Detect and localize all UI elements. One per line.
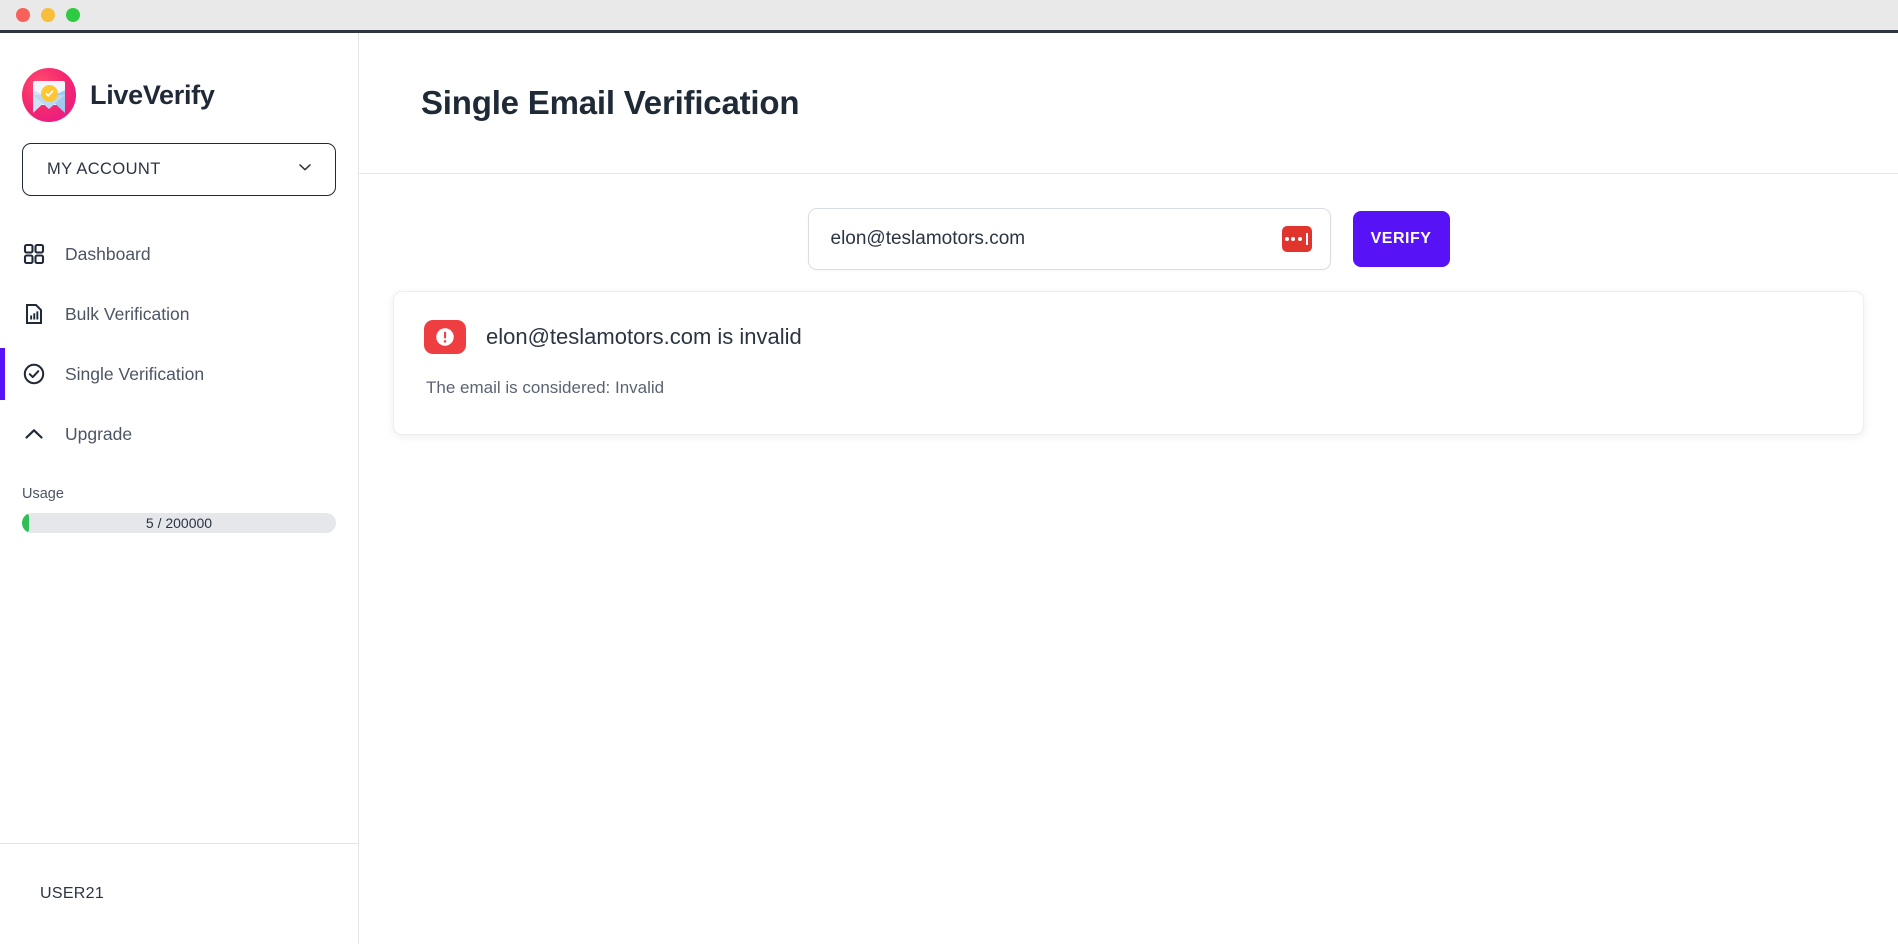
sidebar-item-label: Single Verification — [65, 363, 205, 384]
sidebar-nav: Dashboard Bulk Verification Single Verif… — [0, 224, 358, 464]
account-select[interactable]: MY ACCOUNT — [22, 143, 336, 196]
main-content: Single Email Verification VERIFY — [359, 33, 1898, 944]
result-detail: The email is considered: Invalid — [426, 378, 665, 397]
brand-name: LiveVerify — [90, 79, 215, 110]
email-input[interactable] — [830, 228, 1282, 250]
usage-progress-bar: 5 / 200000 — [22, 513, 336, 533]
exclamation-circle-icon — [424, 320, 466, 354]
sidebar-item-bulk-verification[interactable]: Bulk Verification — [0, 284, 358, 344]
chevron-down-icon — [295, 157, 315, 182]
password-manager-icon[interactable] — [1281, 226, 1312, 252]
sidebar-item-dashboard[interactable]: Dashboard — [0, 224, 358, 284]
chevron-up-icon — [22, 422, 46, 446]
envelope-check-logo-icon — [22, 68, 76, 122]
sidebar-item-label: Upgrade — [65, 423, 133, 444]
sidebar-item-single-verification[interactable]: Single Verification — [0, 344, 358, 404]
account-select-label: MY ACCOUNT — [47, 160, 161, 178]
result-headline-row: elon@teslamotors.com is invalid — [424, 320, 1833, 354]
usage-progress-fill — [22, 513, 29, 533]
sidebar-item-upgrade[interactable]: Upgrade — [0, 404, 358, 464]
sidebar-user-label: USER21 — [40, 885, 105, 902]
result-headline: elon@teslamotors.com is invalid — [486, 324, 802, 349]
file-chart-icon — [22, 302, 46, 326]
usage-block: Usage 5 / 200000 — [22, 486, 336, 533]
close-window-button[interactable] — [16, 8, 30, 22]
browser-titlebar — [0, 0, 1898, 33]
sidebar: LiveVerify MY ACCOUNT Dashboard Bulk Ver… — [0, 33, 359, 944]
verification-result-card: elon@teslamotors.com is invalid The emai… — [393, 291, 1864, 435]
grid-icon — [22, 242, 46, 266]
page-header: Single Email Verification — [359, 33, 1898, 174]
email-input-wrapper[interactable] — [807, 208, 1331, 270]
sidebar-item-label: Bulk Verification — [65, 303, 190, 324]
minimize-window-button[interactable] — [41, 8, 55, 22]
main-body: VERIFY elon@teslamotors.com is invalid T… — [359, 174, 1898, 944]
check-circle-icon — [22, 362, 46, 386]
brand[interactable]: LiveVerify — [0, 33, 358, 129]
usage-label: Usage — [22, 486, 64, 502]
usage-progress-text: 5 / 200000 — [145, 515, 213, 531]
maximize-window-button[interactable] — [66, 8, 80, 22]
page-title: Single Email Verification — [421, 84, 800, 121]
verify-form: VERIFY — [807, 208, 1450, 270]
sidebar-footer[interactable]: USER21 — [0, 843, 358, 944]
verify-button[interactable]: VERIFY — [1352, 211, 1450, 267]
sidebar-item-label: Dashboard — [65, 243, 151, 264]
app-shell: LiveVerify MY ACCOUNT Dashboard Bulk Ver… — [0, 33, 1898, 944]
